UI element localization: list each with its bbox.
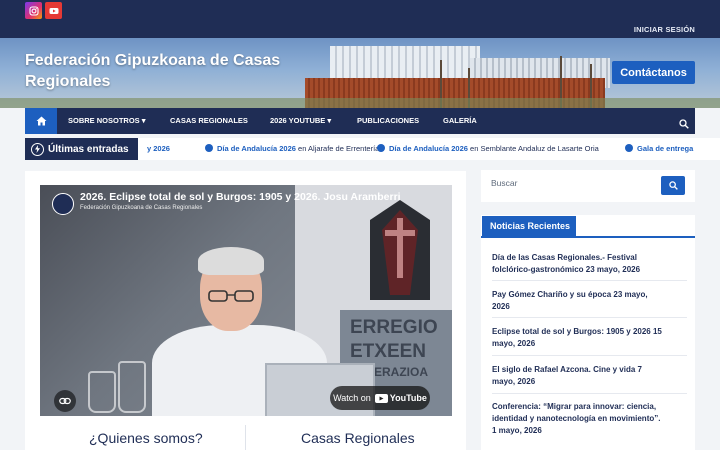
nav-home[interactable] — [25, 108, 57, 134]
news-item[interactable]: Conferencia: “Migrar para innovar: cienc… — [492, 401, 687, 437]
news-item[interactable]: Día de las Casas Regionales.- Festival f… — [492, 252, 687, 276]
news-separator — [492, 393, 687, 394]
column-divider — [245, 425, 246, 450]
nav-item-publicaciones[interactable]: PUBLICACIONES — [357, 108, 419, 134]
news-item-line: Eclipse total de sol y Burgos: 1905 y 20… — [492, 327, 662, 336]
ticker-item-title: Día de Andalucía 2026 — [217, 144, 296, 153]
youtube-logo: YouTube — [374, 393, 427, 403]
nav-item-sobre-nosotros[interactable]: SOBRE NOSOTROS ▾ — [68, 108, 146, 134]
youtube-logo-text: YouTube — [389, 393, 427, 403]
ticker-dot-icon — [625, 144, 633, 152]
news-item-line: Día de las Casas Regionales.- Festival — [492, 253, 637, 262]
news-item-line: Conferencia: “Migrar para innovar: cienc… — [492, 402, 657, 411]
ticker-dot-icon — [205, 144, 213, 152]
top-bar: INICIAR SESIÓN — [0, 0, 720, 38]
login-link[interactable]: INICIAR SESIÓN — [634, 25, 695, 34]
channel-avatar[interactable] — [52, 193, 74, 215]
video-jug — [118, 361, 146, 413]
instagram-link[interactable] — [25, 2, 42, 19]
youtube-video-embed[interactable]: ERREGIO ETXEEN FEDERAZIOA 2026. Eclipse … — [40, 185, 452, 416]
news-item-line: folclórico-gastronómico 23 mayo, 2026 — [492, 265, 641, 274]
copy-link-button[interactable] — [54, 390, 76, 412]
search-icon — [668, 181, 678, 190]
bolt-icon — [31, 142, 44, 156]
youtube-logo-icon — [374, 393, 388, 403]
video-glass — [88, 371, 116, 413]
site-title[interactable]: Federación Gipuzkoana de Casas Regionale… — [25, 50, 325, 92]
ticker-label-text: Últimas entradas — [48, 143, 129, 155]
casas-regionales-heading[interactable]: Casas Regionales — [301, 430, 415, 446]
news-item-line: Pay Gómez Chariño y su época 23 mayo, — [492, 290, 648, 299]
ticker-item[interactable]: y 2026 — [147, 138, 170, 160]
nav-item-youtube[interactable]: 2026 YOUTUBE ▾ — [270, 108, 331, 134]
ticker-item[interactable]: Gala de entrega — [625, 138, 693, 160]
news-item-line: mayo, 2026 — [492, 339, 536, 348]
quienes-somos-heading[interactable]: ¿Quienes somos? — [89, 430, 203, 446]
ticker-item-text: en Aljarafe de Errentería — [295, 144, 380, 153]
search-icon — [679, 119, 689, 129]
nav-item-galeria[interactable]: GALERÍA — [443, 108, 477, 134]
nav-item-casas-regionales[interactable]: CASAS REGIONALES — [170, 108, 248, 134]
news-item-line: 1 mayo, 2026 — [492, 426, 542, 435]
news-separator — [492, 355, 687, 356]
ticker-item-text: y 2026 — [147, 144, 170, 153]
news-item[interactable]: Eclipse total de sol y Burgos: 1905 y 20… — [492, 326, 687, 350]
news-item-line: identidad y nanotecnología en movimiento… — [492, 414, 661, 423]
site-title-line: Regionales — [25, 73, 111, 90]
header-banner: Federación Gipuzkoana de Casas Regionale… — [0, 38, 720, 108]
contact-button[interactable]: Contáctanos — [612, 61, 695, 84]
news-separator — [492, 280, 687, 281]
news-item[interactable]: El siglo de Rafael Azcona. Cine y vida 7… — [492, 364, 687, 388]
news-item-line: mayo, 2026 — [492, 377, 536, 386]
search-input[interactable]: Buscar — [491, 178, 517, 188]
site-title-line: Federación Gipuzkoana de Casas — [25, 52, 281, 69]
ticker-item[interactable]: Día de Andalucía 2026 en Semblante Andal… — [377, 138, 599, 160]
news-item[interactable]: Pay Gómez Chariño y su época 23 mayo, 20… — [492, 289, 687, 313]
news-separator — [492, 317, 687, 318]
ticker-label: Últimas entradas — [25, 138, 138, 160]
youtube-icon — [49, 7, 58, 14]
ticker-item[interactable]: Día de Andalucía 2026 en Aljarafe de Err… — [205, 138, 379, 160]
video-wall-text: ERREGIO — [350, 317, 438, 338]
video-title[interactable]: 2026. Eclipse total de sol y Burgos: 190… — [80, 191, 401, 203]
ticker-item-title: Día de Andalucía 2026 — [389, 144, 468, 153]
latest-posts-ticker: Últimas entradas y 2026 Día de Andalucía… — [25, 138, 720, 160]
video-channel[interactable]: Federación Gipuzkoana de Casas Regionale… — [80, 205, 202, 211]
video-cross-emblem — [370, 200, 430, 300]
ticker-item-text: en Semblante Andaluz de Lasarte Oria — [467, 144, 599, 153]
home-icon — [36, 116, 46, 126]
video-speaker-glasses — [208, 290, 254, 302]
link-icon — [59, 397, 71, 405]
banner-ground — [0, 98, 720, 108]
recent-news-heading: Noticias Recientes — [482, 216, 576, 236]
video-speaker-hair — [198, 247, 264, 275]
nav-search-button[interactable] — [679, 116, 689, 134]
sidebar-search-button[interactable] — [661, 176, 685, 195]
recent-news-underline — [481, 236, 695, 238]
main-nav: SOBRE NOSOTROS ▾ CASAS REGIONALES 2026 Y… — [25, 108, 695, 134]
watch-on-label: Watch on — [333, 393, 371, 403]
news-item-line: 2026 — [492, 302, 510, 311]
instagram-icon — [28, 5, 39, 16]
ticker-item-title: Gala de entrega — [637, 144, 694, 153]
news-item-line: El siglo de Rafael Azcona. Cine y vida 7 — [492, 365, 642, 374]
youtube-link[interactable] — [45, 2, 62, 19]
video-wall-text: ETXEEN — [350, 341, 427, 362]
watch-on-youtube-button[interactable]: Watch on YouTube — [330, 386, 430, 410]
ticker-dot-icon — [377, 144, 385, 152]
